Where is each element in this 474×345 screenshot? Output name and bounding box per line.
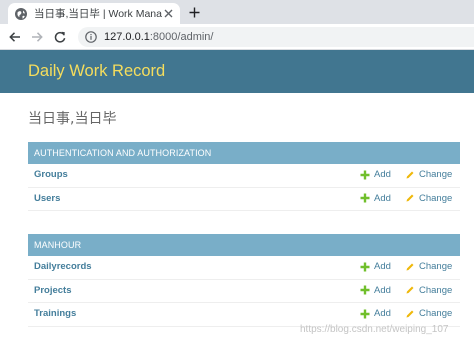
- model-link-trainings[interactable]: Trainings: [34, 308, 76, 319]
- url-host: 127.0.0.1: [104, 31, 150, 43]
- watermark-text: https://blog.csdn.net/weiping_107: [300, 324, 449, 335]
- add-link[interactable]: Add: [360, 261, 391, 272]
- change-link[interactable]: Change: [405, 285, 452, 296]
- model-link-dailyrecords[interactable]: Dailyrecords: [34, 261, 92, 272]
- model-link-projects[interactable]: Projects: [34, 285, 72, 296]
- add-label: Add: [374, 308, 391, 319]
- pencil-icon: [405, 193, 415, 203]
- module-caption[interactable]: MANHOUR: [28, 234, 460, 256]
- close-tab-icon[interactable]: [162, 7, 175, 20]
- address-bar[interactable]: 127.0.0.1:8000/admin/: [78, 27, 474, 47]
- add-label: Add: [374, 169, 391, 180]
- plus-icon: [360, 285, 370, 295]
- change-label: Change: [419, 261, 453, 272]
- url-text: 127.0.0.1:8000/admin/: [104, 31, 213, 43]
- app-module-manhour: MANHOUR Dailyrecords Add Change Projects…: [28, 234, 460, 327]
- plus-icon: [360, 193, 370, 203]
- plus-icon: [360, 170, 370, 180]
- change-label: Change: [419, 169, 453, 180]
- change-label: Change: [419, 308, 453, 319]
- model-link-groups[interactable]: Groups: [34, 169, 68, 180]
- url-path: :8000/admin/: [149, 31, 214, 43]
- model-row-trainings: Trainings Add Change: [28, 303, 460, 327]
- module-caption[interactable]: AUTHENTICATION AND AUTHORIZATION: [28, 142, 460, 164]
- plus-icon: [360, 309, 370, 319]
- globe-icon: [14, 7, 28, 21]
- pencil-icon: [405, 262, 415, 272]
- change-link[interactable]: Change: [405, 261, 452, 272]
- back-arrow-icon[interactable]: [7, 29, 23, 45]
- forward-arrow-icon[interactable]: [29, 29, 45, 45]
- add-label: Add: [374, 261, 391, 272]
- admin-header: Daily Work Record: [0, 50, 474, 93]
- browser-tab[interactable]: 当日事,当日毕 | Work Manageme: [8, 3, 180, 24]
- page-title: 当日事,当日毕: [28, 111, 117, 127]
- pencil-icon: [405, 309, 415, 319]
- change-label: Change: [419, 192, 453, 204]
- change-label: Change: [419, 284, 453, 296]
- model-link-users[interactable]: Users: [34, 193, 60, 204]
- site-title[interactable]: Daily Work Record: [28, 62, 165, 81]
- tab-title: 当日事,当日毕 | Work Manageme: [34, 8, 162, 20]
- add-link[interactable]: Add: [360, 193, 391, 204]
- reload-icon[interactable]: [52, 29, 68, 45]
- add-link[interactable]: Add: [360, 285, 391, 296]
- app-module-auth: AUTHENTICATION AND AUTHORIZATION Groups …: [28, 142, 460, 211]
- browser-toolbar: 127.0.0.1:8000/admin/: [0, 24, 474, 50]
- pencil-icon: [405, 285, 415, 295]
- plus-icon: [360, 262, 370, 272]
- change-link[interactable]: Change: [405, 193, 452, 204]
- new-tab-icon[interactable]: [186, 4, 202, 20]
- add-label: Add: [374, 284, 391, 296]
- change-link[interactable]: Change: [405, 169, 452, 180]
- change-link[interactable]: Change: [405, 308, 452, 319]
- info-icon[interactable]: [85, 31, 97, 43]
- model-row-dailyrecords: Dailyrecords Add Change: [28, 256, 460, 280]
- add-label: Add: [374, 192, 391, 204]
- model-row-users: Users Add Change: [28, 188, 460, 211]
- model-row-projects: Projects Add Change: [28, 280, 460, 303]
- add-link[interactable]: Add: [360, 169, 391, 180]
- model-row-groups: Groups Add Change: [28, 164, 460, 188]
- add-link[interactable]: Add: [360, 308, 391, 319]
- browser-tab-strip: 当日事,当日毕 | Work Manageme: [0, 0, 474, 24]
- pencil-icon: [405, 170, 415, 180]
